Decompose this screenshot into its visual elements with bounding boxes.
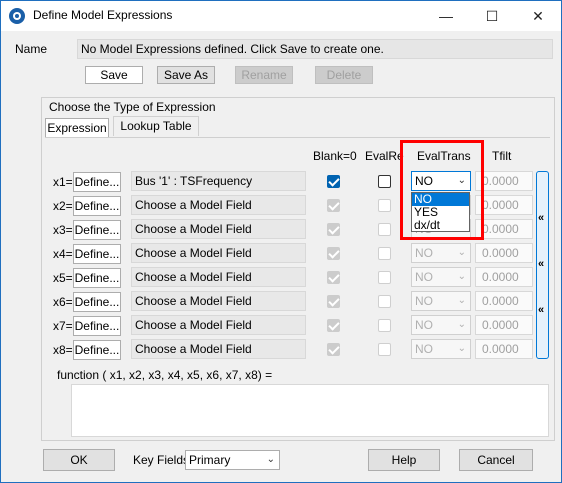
cancel-button[interactable]: Cancel	[459, 449, 533, 471]
delete-button[interactable]: Delete	[315, 66, 373, 84]
blank0-checkbox[interactable]	[327, 319, 340, 332]
evaltrans-value: NO	[415, 318, 433, 332]
key-fields-select[interactable]: Primary ⌄	[185, 450, 280, 470]
evalre-checkbox[interactable]	[378, 295, 391, 308]
model-field[interactable]: Choose a Model Field	[131, 339, 306, 359]
window-title: Define Model Expressions	[33, 8, 173, 22]
minimize-button[interactable]: —	[423, 1, 469, 31]
evalre-checkbox[interactable]	[378, 175, 391, 188]
evaltrans-select[interactable]: NO ⌄	[411, 243, 471, 263]
tfilt-field[interactable]: 0.0000	[475, 267, 533, 287]
evaltrans-select[interactable]: NO ⌄	[411, 315, 471, 335]
column-header-blank0: Blank=0	[313, 149, 357, 163]
row-label: x6=	[53, 295, 73, 309]
tfilt-field[interactable]: 0.0000	[475, 315, 533, 335]
define-button[interactable]: Define...	[73, 340, 121, 360]
blank0-checkbox[interactable]	[327, 295, 340, 308]
evaltrans-select[interactable]: NO ⌄	[411, 339, 471, 359]
row-label: x8=	[53, 343, 73, 357]
evalre-checkbox[interactable]	[378, 343, 391, 356]
blank0-checkbox[interactable]	[327, 247, 340, 260]
tab-lookup-table[interactable]: Lookup Table	[113, 116, 199, 136]
tab-expression[interactable]: Expression	[45, 118, 109, 138]
define-button[interactable]: Define...	[73, 268, 121, 288]
define-button[interactable]: Define...	[73, 316, 121, 336]
tfilt-field[interactable]: 0.0000	[475, 291, 533, 311]
evalre-checkbox[interactable]	[378, 247, 391, 260]
function-label: function ( x1, x2, x3, x4, x5, x6, x7, x…	[57, 368, 273, 382]
double-chevron-left-icon: «	[538, 258, 545, 270]
save-as-button[interactable]: Save As	[157, 66, 215, 84]
key-fields-value: Primary	[189, 453, 231, 467]
evalre-checkbox[interactable]	[378, 319, 391, 332]
app-logo-icon	[9, 8, 25, 24]
column-header-evalre: EvalRe	[365, 149, 404, 163]
model-field[interactable]: Choose a Model Field	[131, 243, 306, 263]
chevron-down-icon: ⌄	[457, 271, 466, 282]
highlight-box	[400, 140, 484, 240]
rename-button[interactable]: Rename	[235, 66, 293, 84]
chevron-down-icon: ⌄	[457, 247, 466, 258]
model-field[interactable]: Choose a Model Field	[131, 315, 306, 335]
key-fields-label: Key Fields	[133, 453, 190, 467]
row-label: x7=	[53, 319, 73, 333]
row-label: x1=	[53, 175, 73, 189]
help-button[interactable]: Help	[368, 449, 440, 471]
double-chevron-left-icon: «	[538, 212, 545, 224]
ok-button[interactable]: OK	[43, 449, 115, 471]
define-button[interactable]: Define...	[73, 292, 121, 312]
model-field[interactable]: Choose a Model Field	[131, 219, 306, 239]
define-button[interactable]: Define...	[73, 172, 121, 192]
maximize-button[interactable]: ☐	[469, 1, 515, 31]
model-field[interactable]: Choose a Model Field	[131, 267, 306, 287]
double-chevron-left-icon: «	[538, 304, 545, 316]
chevron-down-icon: ⌄	[457, 295, 466, 306]
tfilt-field[interactable]: 0.0000	[475, 243, 533, 263]
name-label: Name	[15, 42, 48, 56]
chevron-down-icon: ⌄	[457, 343, 466, 354]
column-header-tfilt: Tfilt	[492, 149, 512, 163]
tfilt-field[interactable]: 0.0000	[475, 339, 533, 359]
evaltrans-value: NO	[415, 342, 433, 356]
title-bar: Define Model Expressions — ☐ ✕	[1, 1, 561, 31]
name-field[interactable]: No Model Expressions defined. Click Save…	[77, 39, 553, 59]
define-model-expressions-window: Define Model Expressions — ☐ ✕ Name No M…	[0, 0, 562, 483]
close-button[interactable]: ✕	[515, 1, 561, 31]
blank0-checkbox[interactable]	[327, 271, 340, 284]
collapse-panel-button[interactable]: « « «	[536, 171, 549, 359]
blank0-checkbox[interactable]	[327, 223, 340, 236]
expression-type-label: Choose the Type of Expression	[48, 100, 217, 114]
tab-divider	[45, 137, 550, 138]
evaltrans-select[interactable]: NO ⌄	[411, 291, 471, 311]
evaltrans-select[interactable]: NO ⌄	[411, 267, 471, 287]
define-button[interactable]: Define...	[73, 220, 121, 240]
model-field[interactable]: Choose a Model Field	[131, 195, 306, 215]
chevron-down-icon: ⌄	[266, 454, 275, 465]
model-field[interactable]: Choose a Model Field	[131, 291, 306, 311]
row-label: x5=	[53, 271, 73, 285]
row-label: x4=	[53, 247, 73, 261]
evalre-checkbox[interactable]	[378, 199, 391, 212]
row-label: x2=	[53, 199, 73, 213]
blank0-checkbox[interactable]	[327, 343, 340, 356]
evalre-checkbox[interactable]	[378, 271, 391, 284]
blank0-checkbox[interactable]	[327, 199, 340, 212]
model-field[interactable]: Bus '1' : TSFrequency	[131, 171, 306, 191]
save-button[interactable]: Save	[85, 66, 143, 84]
row-label: x3=	[53, 223, 73, 237]
define-button[interactable]: Define...	[73, 244, 121, 264]
evaltrans-value: NO	[415, 246, 433, 260]
define-button[interactable]: Define...	[73, 196, 121, 216]
evalre-checkbox[interactable]	[378, 223, 391, 236]
blank0-checkbox[interactable]	[327, 175, 340, 188]
function-textarea[interactable]	[71, 384, 549, 437]
evaltrans-value: NO	[415, 294, 433, 308]
chevron-down-icon: ⌄	[457, 319, 466, 330]
evaltrans-value: NO	[415, 270, 433, 284]
